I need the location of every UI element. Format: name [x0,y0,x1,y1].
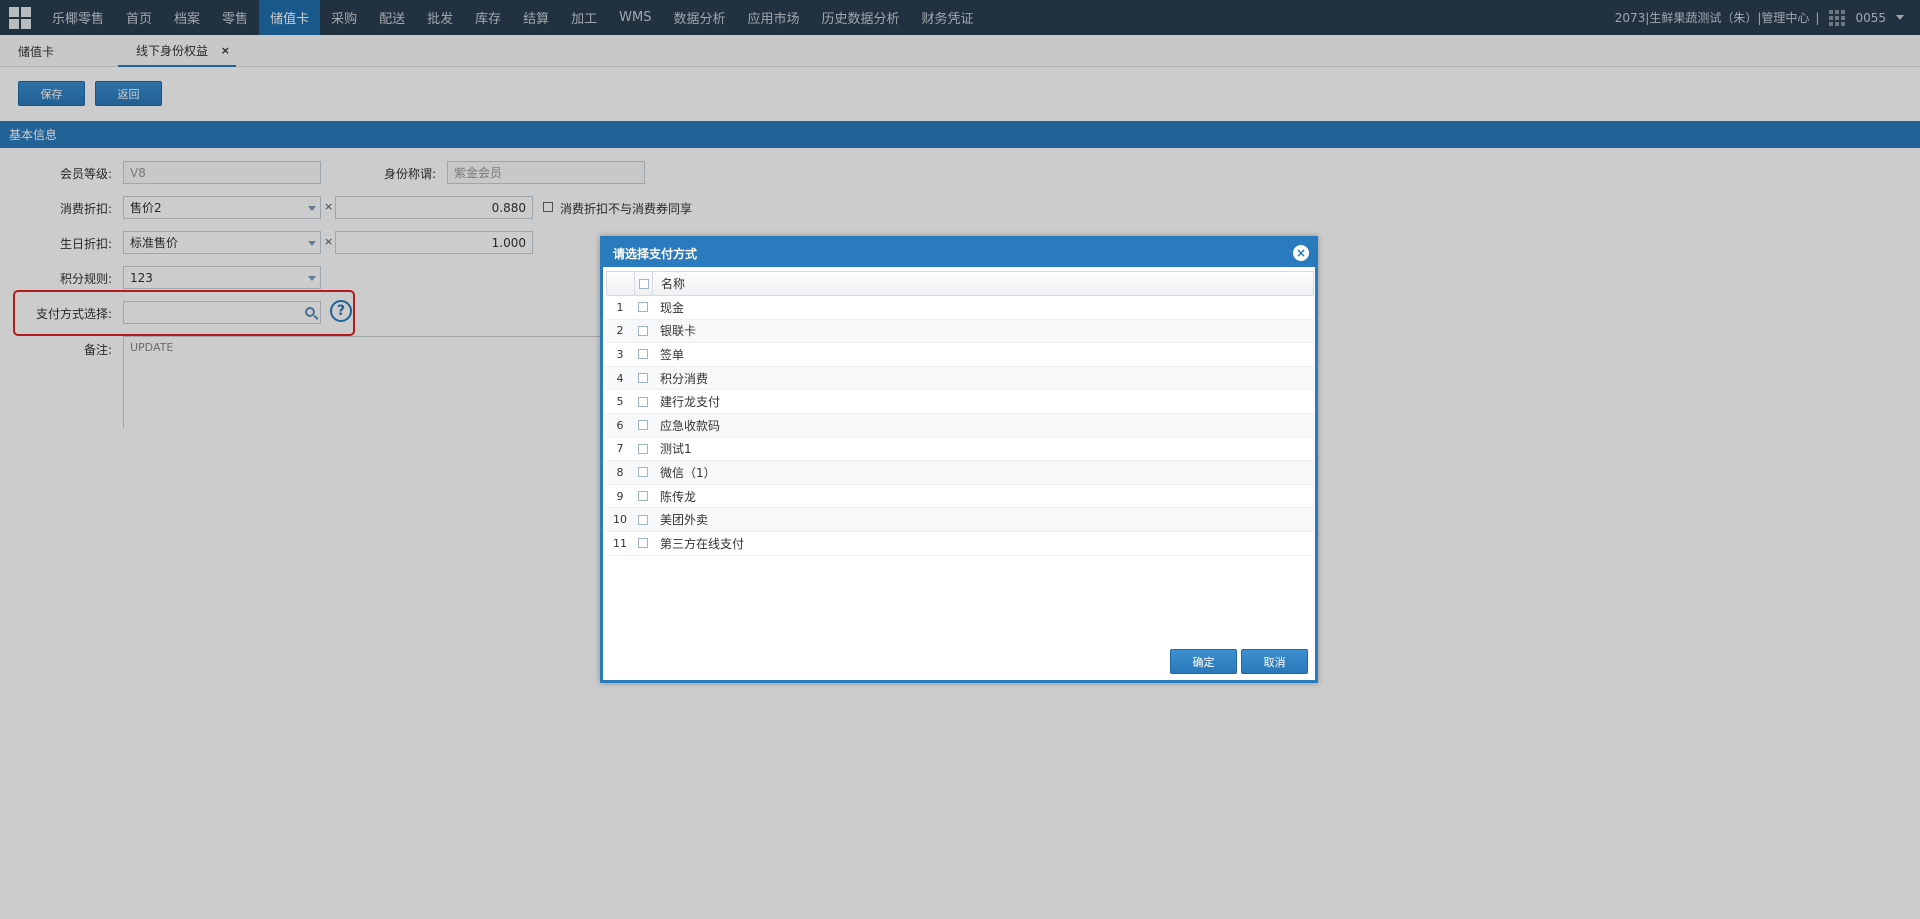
table-row[interactable]: 1 现金 [606,296,1314,320]
row-name: 测试1 [660,442,692,457]
row-checkbox[interactable] [638,538,648,549]
row-number: 6 [616,418,624,432]
row-checkbox[interactable] [638,491,648,502]
row-checkbox[interactable] [638,443,648,454]
payment-method-table: 名称 1 现金 2 银联卡 3 签单 4 积分消费 5 建行龙支付 6 应急收款码 7 测试1… [606,271,1314,556]
row-checkbox[interactable] [638,302,648,313]
row-number: 5 [616,395,624,409]
row-checkbox-cell [634,414,652,437]
table-row[interactable]: 4 积分消费 [606,366,1314,391]
cancel-button[interactable]: 取消 [1241,649,1308,674]
row-checkbox-cell [634,320,652,343]
table-row[interactable]: 9 陈传龙 [606,485,1314,509]
table-row[interactable]: 7 测试1 [606,438,1314,462]
row-number: 3 [616,347,624,361]
select-all-header [635,272,653,295]
row-checkbox-cell [634,367,652,390]
row-number: 9 [616,489,624,503]
row-name: 陈传龙 [660,489,697,504]
row-name: 微信（1） [660,465,716,480]
table-row[interactable]: 2 银联卡 [606,319,1314,344]
row-checkbox[interactable] [638,396,648,407]
row-checkbox[interactable] [638,514,648,525]
row-number: 10 [613,513,627,527]
row-number: 8 [616,465,624,479]
row-number-header [607,272,635,295]
row-name: 现金 [660,300,685,315]
row-number: 4 [616,371,624,385]
table-row[interactable]: 8 微信（1） [606,461,1314,485]
row-number: 2 [616,324,624,338]
row-checkbox[interactable] [638,373,648,384]
row-checkbox-cell [634,532,652,555]
table-row[interactable]: 11 第三方在线支付 [606,532,1314,556]
row-checkbox[interactable] [638,325,648,336]
dialog-title: 请选择支付方式 [613,246,698,261]
select-all-checkbox[interactable] [638,278,649,289]
row-name: 积分消费 [660,371,709,386]
dialog-title-bar: 请选择支付方式 × [603,239,1315,267]
row-checkbox-cell [634,485,652,508]
row-name: 美团外卖 [660,513,709,528]
row-checkbox[interactable] [638,420,648,431]
table-row[interactable]: 6 应急收款码 [606,413,1314,438]
table-header: 名称 [606,271,1314,296]
row-number: 11 [613,536,627,550]
table-row[interactable]: 3 签单 [606,343,1314,367]
row-checkbox-cell [634,296,652,319]
payment-method-dialog: 请选择支付方式 × 名称 1 现金 2 银联卡 3 签单 4 积分消费 5 建行龙支付 6… [600,236,1318,683]
row-number: 7 [616,442,624,456]
row-name: 建行龙支付 [660,395,721,410]
row-name: 签单 [660,347,685,362]
close-icon[interactable]: × [1293,245,1309,261]
row-name: 银联卡 [660,324,697,339]
confirm-button[interactable]: 确定 [1170,649,1237,674]
row-checkbox-cell [634,508,652,531]
row-checkbox[interactable] [638,349,648,360]
table-body: 1 现金 2 银联卡 3 签单 4 积分消费 5 建行龙支付 6 应急收款码 7 测试1 8 微… [606,296,1314,556]
row-checkbox[interactable] [638,467,648,478]
row-number: 1 [616,300,624,314]
row-name: 第三方在线支付 [660,536,745,551]
row-checkbox-cell [634,461,652,484]
name-column-header: 名称 [661,277,686,291]
row-name: 应急收款码 [660,418,721,433]
row-checkbox-cell [634,390,652,413]
table-row[interactable]: 10 美团外卖 [606,508,1314,532]
table-row[interactable]: 5 建行龙支付 [606,390,1314,414]
row-checkbox-cell [634,438,652,461]
row-checkbox-cell [634,343,652,366]
